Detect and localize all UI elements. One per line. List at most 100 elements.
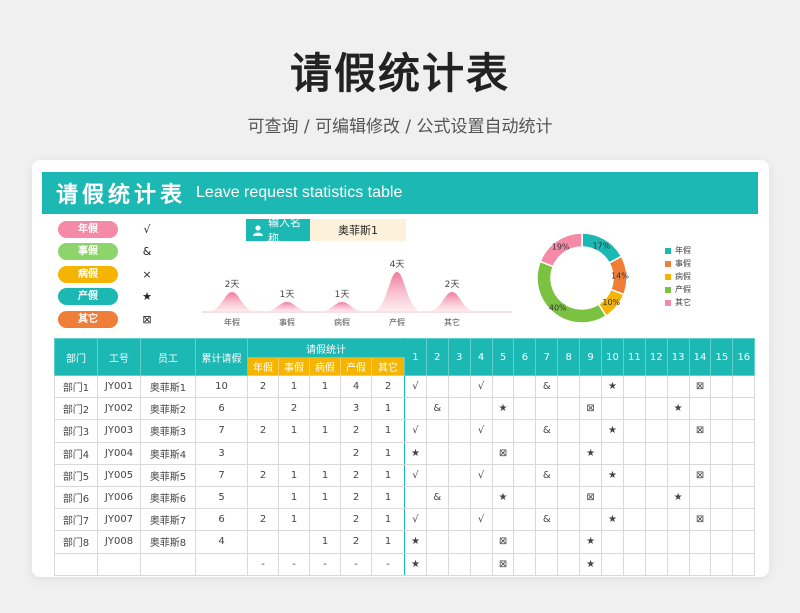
day-mark-cell [469, 441, 493, 465]
day-mark-cell [404, 485, 427, 510]
donut-slice-label: 14% [611, 272, 629, 281]
leave-count-cell: 4 [340, 374, 372, 399]
donut-legend-label: 年假 [675, 246, 691, 255]
peak-category-label: 病假 [334, 317, 350, 327]
table-row: 部门5 JY005 奥菲斯5 7 2 1 1 2 1 √ √ & ★ ⊠ [54, 463, 756, 487]
day-mark-cell [666, 419, 690, 443]
day-mark-cell [425, 530, 449, 554]
leave-count-cell: 3 [340, 397, 372, 421]
donut-legend-label: 事假 [675, 259, 691, 268]
day-mark-cell [644, 552, 668, 576]
leave-count-cell [309, 397, 341, 421]
legend-swatch [665, 286, 671, 293]
day-mark-cell [622, 463, 646, 487]
day-mark-cell [644, 485, 668, 510]
day-header: 2 [425, 338, 449, 376]
day-header: 5 [491, 338, 515, 376]
leave-count-cell: 1 [278, 463, 310, 487]
day-header: 9 [579, 338, 603, 376]
donut-legend-label: 产假 [675, 285, 691, 294]
day-mark-cell: ⊠ [579, 397, 603, 421]
table-row: 部门7 JY007 奥菲斯7 6 2 1 2 1 √ √ & ★ ⊠ [54, 508, 756, 532]
day-mark-cell: ★ [601, 419, 624, 443]
leave-count-cell: 1 [371, 419, 405, 443]
day-mark-cell [644, 508, 668, 532]
donut-slice [536, 260, 608, 324]
leave-type-header: 事假 [278, 357, 310, 376]
donut-legend-label: 病假 [675, 272, 691, 281]
legend-row: 事假 & [58, 241, 154, 264]
day-mark-cell [579, 508, 603, 532]
day-mark-cell [732, 508, 756, 532]
name-search[interactable]: 输入名称 奥菲斯1 [246, 216, 406, 245]
day-header: 4 [469, 338, 493, 376]
day-mark-cell: ⊠ [688, 508, 712, 532]
day-mark-cell [622, 530, 646, 554]
day-mark-cell [447, 419, 471, 443]
day-mark-cell [491, 508, 515, 532]
leave-count-cell: 1 [309, 419, 341, 443]
donut-slice-label: 17% [592, 241, 610, 250]
day-mark-cell [732, 530, 756, 554]
day-mark-cell [732, 463, 756, 487]
leave-count-cell: - [247, 552, 279, 576]
leave-count-cell: 1 [309, 530, 341, 554]
peak-mark [206, 292, 258, 312]
legend-row: 年假 √ [58, 218, 154, 241]
day-mark-cell: √ [469, 508, 493, 532]
legend-symbol: ★ [142, 290, 152, 304]
day-mark-cell: ★ [579, 441, 603, 465]
day-mark-cell [666, 530, 690, 554]
day-mark-cell [447, 397, 471, 421]
leave-count-cell [247, 485, 279, 510]
day-mark-cell [732, 397, 756, 421]
day-mark-cell [469, 552, 493, 576]
day-mark-cell [644, 463, 668, 487]
peak-value-label: 4天 [390, 260, 405, 270]
leave-count-cell: 1 [278, 508, 310, 532]
sheet-banner: 请假统计表 Leave request statistics table [42, 172, 758, 214]
day-mark-cell [732, 441, 756, 465]
name-search-input[interactable]: 奥菲斯1 [310, 219, 406, 241]
page-title: 请假统计表 [289, 49, 510, 98]
name-search-label: 输入名称 [268, 216, 301, 245]
day-mark-cell: ⊠ [491, 552, 515, 576]
employee-id-cell [97, 552, 141, 576]
day-mark-cell [535, 552, 559, 576]
dept-cell [54, 552, 98, 576]
leave-count-cell [278, 530, 310, 554]
leave-count-cell: - [278, 552, 310, 576]
peak-category-label: 事假 [279, 317, 295, 327]
day-mark-cell [425, 552, 449, 576]
legend-swatch [665, 247, 671, 254]
peak-mark [426, 292, 478, 312]
day-mark-cell: ★ [491, 485, 515, 510]
day-mark-cell [710, 508, 734, 532]
day-mark-cell [425, 508, 449, 532]
banner-title-cn: 请假统计表 [56, 183, 187, 208]
day-mark-cell [622, 419, 646, 443]
peak-value-label: 1天 [280, 290, 295, 300]
day-mark-cell: & [535, 419, 559, 443]
legend-swatch [665, 260, 671, 267]
leave-count-cell: 2 [247, 508, 279, 532]
day-mark-cell [644, 419, 668, 443]
day-mark-cell [688, 530, 712, 554]
leave-count-cell: 1 [371, 485, 405, 510]
employee-name-cell: 奥菲斯4 [140, 441, 196, 465]
day-mark-cell [666, 552, 690, 576]
day-mark-cell [710, 530, 734, 554]
dept-cell: 部门4 [54, 441, 98, 465]
day-mark-cell [732, 374, 756, 399]
day-mark-cell [710, 485, 734, 510]
leave-count-cell: - [309, 552, 341, 576]
donut-legend-item: 其它 [665, 296, 691, 309]
legend-pill: 产假 [58, 288, 118, 306]
day-mark-cell [644, 374, 668, 399]
total-leave-cell: 7 [195, 419, 248, 443]
day-header: 8 [557, 338, 581, 376]
day-mark-cell [557, 463, 581, 487]
day-mark-cell: ⊠ [579, 485, 603, 510]
day-mark-cell [447, 530, 471, 554]
day-header: 12 [644, 338, 668, 376]
